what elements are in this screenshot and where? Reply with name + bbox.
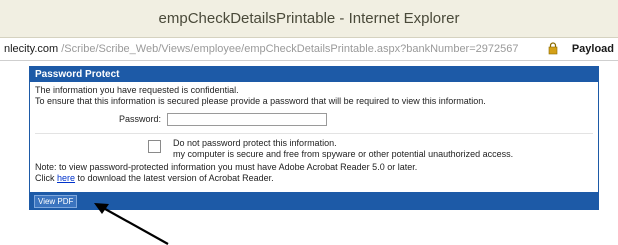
url-path[interactable]: /Scribe/Scribe_Web/Views/employee/empChe… bbox=[61, 43, 518, 55]
download-line: Click here to download the latest versio… bbox=[35, 173, 274, 183]
info-line-2: To ensure that this information is secur… bbox=[35, 96, 486, 106]
panel-body: The information you have requested is co… bbox=[30, 82, 598, 184]
password-protect-panel: Password Protect The information you hav… bbox=[29, 66, 599, 210]
checkbox-label-2: my computer is secure and free from spyw… bbox=[173, 149, 514, 159]
no-protect-checkbox[interactable] bbox=[148, 140, 161, 153]
no-protect-row: Do not password protect this information… bbox=[35, 133, 593, 160]
acrobat-download-link[interactable]: here bbox=[57, 173, 75, 183]
password-input[interactable] bbox=[167, 113, 327, 126]
url-host[interactable]: nlecity.com bbox=[0, 43, 58, 55]
address-right-text: Payload bbox=[565, 38, 618, 60]
arrow-icon bbox=[94, 203, 169, 245]
panel-header: Password Protect bbox=[30, 67, 598, 82]
address-bar[interactable]: nlecity.com /Scribe/Scribe_Web/Views/emp… bbox=[0, 38, 618, 61]
window-title: empCheckDetailsPrintable - Internet Expl… bbox=[158, 10, 460, 27]
window-titlebar: empCheckDetailsPrintable - Internet Expl… bbox=[0, 0, 618, 38]
password-row: Password: bbox=[35, 111, 593, 128]
view-pdf-button[interactable]: View PDF bbox=[34, 195, 78, 208]
lock-icon[interactable] bbox=[548, 42, 558, 55]
checkbox-label-1: Do not password protect this information… bbox=[173, 138, 337, 148]
password-label: Password: bbox=[118, 114, 161, 124]
acrobat-note: Note: to view password-protected informa… bbox=[35, 162, 418, 172]
info-line-1: The information you have requested is co… bbox=[35, 85, 239, 95]
